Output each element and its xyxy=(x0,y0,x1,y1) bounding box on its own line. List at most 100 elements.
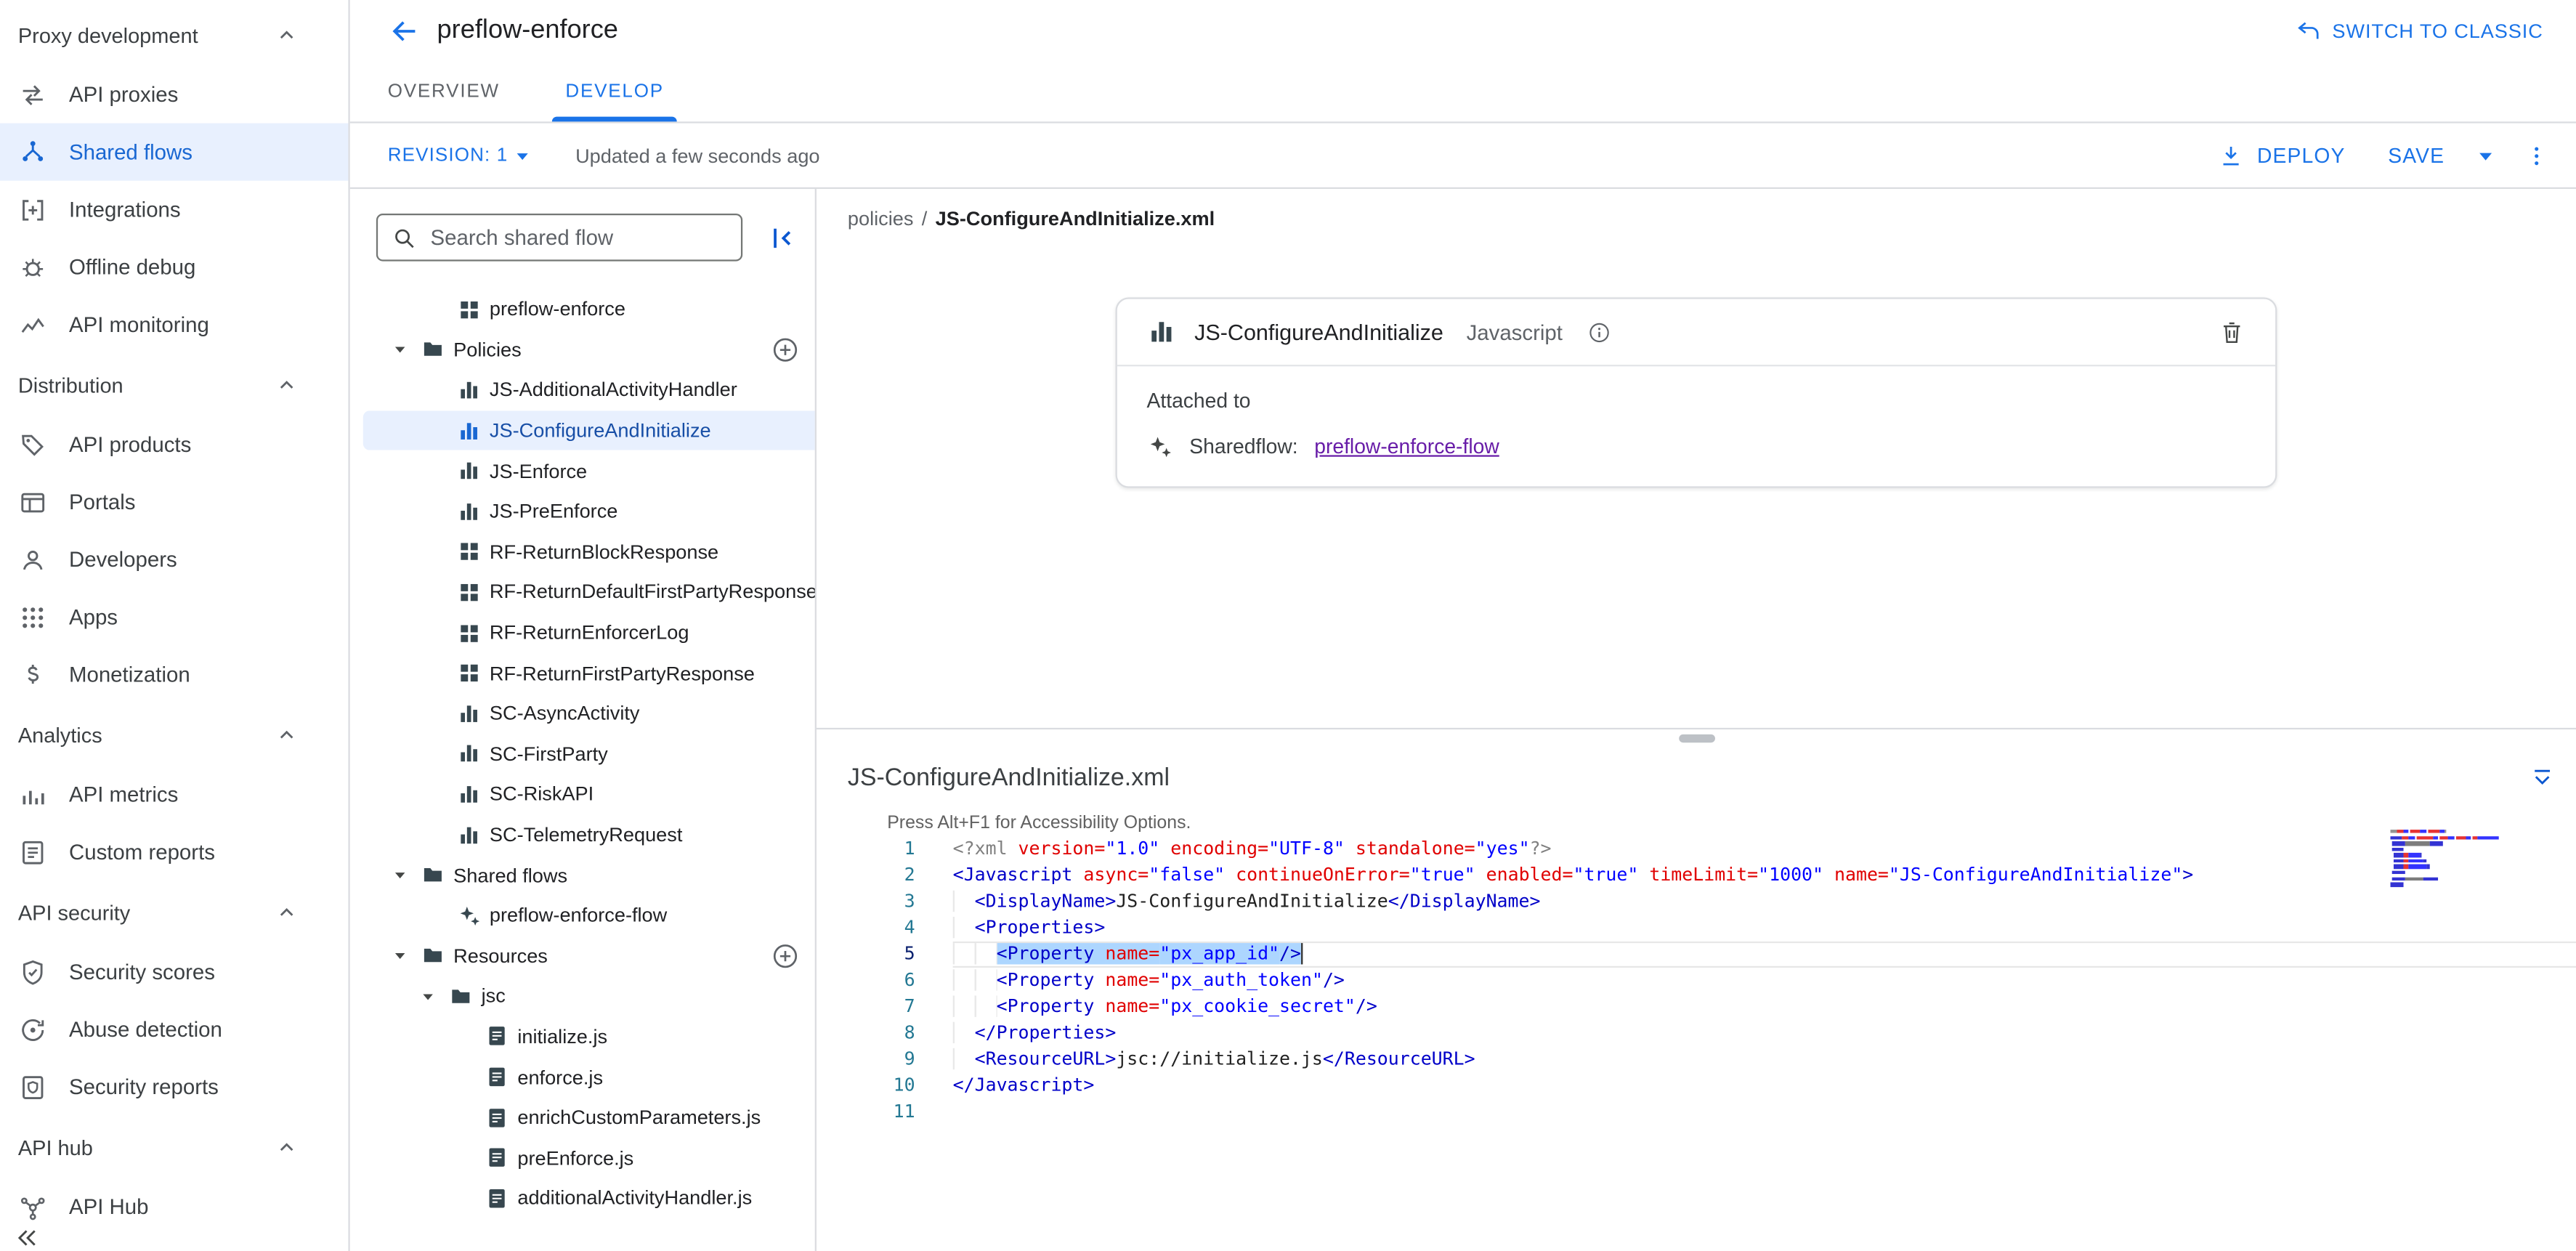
tree-item-rf-returnfirstpartyresponse[interactable]: RF-ReturnFirstPartyResponse xyxy=(350,653,815,694)
sidebar-item-api-hub[interactable]: API Hub xyxy=(0,1178,348,1235)
minimap[interactable] xyxy=(2390,830,2498,894)
code-line-2[interactable]: 2<Javascript async="false" continueOnErr… xyxy=(817,862,2576,888)
tab-overview[interactable]: OVERVIEW xyxy=(365,62,523,121)
tree-item-sc-asyncactivity[interactable]: SC-AsyncActivity xyxy=(350,693,815,734)
add-button[interactable] xyxy=(771,335,801,365)
sidebar-item-offline-debug[interactable]: Offline debug xyxy=(0,238,348,296)
sidebar-section-analytics[interactable]: Analytics xyxy=(0,703,348,766)
tree-item-rf-returnenforcerlog[interactable]: RF-ReturnEnforcerLog xyxy=(350,612,815,653)
sidebar-item-api-products[interactable]: API products xyxy=(0,416,348,473)
tree-item-jsc[interactable]: jsc xyxy=(350,976,815,1017)
sidebar-item-custom-reports[interactable]: Custom reports xyxy=(0,823,348,880)
code-token: name= xyxy=(1105,995,1159,1016)
sidebar-item-api-proxies[interactable]: API proxies xyxy=(0,65,348,123)
code-line-5[interactable]: 5 <Property name="px_app_id"/> xyxy=(817,942,2576,968)
sidebar-item-apps[interactable]: Apps xyxy=(0,588,348,646)
splitter-handle[interactable] xyxy=(1678,734,1714,742)
tree-item-rf-returnblockresponse[interactable]: RF-ReturnBlockResponse xyxy=(350,532,815,572)
search-input[interactable] xyxy=(431,225,728,250)
tree-item-shared-flows[interactable]: Shared flows xyxy=(350,855,815,896)
tree-item-js-additionalactivityhandler[interactable]: JS-AdditionalActivityHandler xyxy=(350,370,815,410)
collapse-panel-icon[interactable] xyxy=(766,221,798,254)
sidebar-item-api-metrics[interactable]: API metrics xyxy=(0,766,348,823)
code-line-1[interactable]: 1<?xml version="1.0" encoding="UTF-8" st… xyxy=(817,836,2576,862)
save-button[interactable]: SAVE xyxy=(2372,134,2461,177)
sidebar-item-monetization[interactable]: Monetization xyxy=(0,646,348,703)
sidebar-item-portals[interactable]: Portals xyxy=(0,473,348,530)
sidebar-item-shared-flows[interactable]: Shared flows xyxy=(0,124,348,181)
back-button[interactable] xyxy=(388,15,421,47)
sidebar-section-proxy-development[interactable]: Proxy development xyxy=(0,4,348,66)
code-editor[interactable]: Press Alt+F1 for Accessibility Options. … xyxy=(817,805,2576,1251)
sidebar-section-api-security[interactable]: API security xyxy=(0,880,348,943)
minimap-segment xyxy=(2420,853,2422,857)
code-line-7[interactable]: 7 <Property name="px_cookie_secret"/> xyxy=(817,994,2576,1020)
breadcrumb-separator: / xyxy=(922,207,928,230)
tree-expander-icon[interactable] xyxy=(383,936,416,976)
code-line-6[interactable]: 6 <Property name="px_auth_token"/> xyxy=(817,968,2576,994)
save-options-button[interactable] xyxy=(2471,140,2500,170)
sidebar-section-api-hub[interactable]: API hub xyxy=(0,1116,348,1178)
tree-expander-icon[interactable] xyxy=(410,976,443,1016)
tree-item-preflow-enforce[interactable]: preflow-enforce xyxy=(350,289,815,330)
collapse-sidebar-icon[interactable] xyxy=(13,1223,41,1251)
tree-item-policies[interactable]: Policies xyxy=(350,330,815,371)
breadcrumb-parent[interactable]: policies xyxy=(848,207,914,230)
delete-policy-button[interactable] xyxy=(2218,318,2245,346)
sidebar-item-security-scores[interactable]: Security scores xyxy=(0,943,348,1000)
sidebar-item-api-monitoring[interactable]: API monitoring xyxy=(0,296,348,353)
policy-card-type: Javascript xyxy=(1467,320,1563,344)
tab-develop[interactable]: DEVELOP xyxy=(543,62,687,121)
tree-item-enforce-js[interactable]: enforce.js xyxy=(350,1057,815,1098)
sidebar-item-security-reports[interactable]: Security reports xyxy=(0,1058,348,1115)
policy-card[interactable]: JS-ConfigureAndInitialize Javascript Att… xyxy=(1116,297,2277,487)
deploy-button[interactable]: DEPLOY xyxy=(2201,132,2362,178)
offline-debug-icon xyxy=(18,252,48,282)
add-button[interactable] xyxy=(771,941,801,971)
tree-item-preenforce-js[interactable]: preEnforce.js xyxy=(350,1138,815,1178)
code-line-11[interactable]: 11 xyxy=(817,1099,2576,1125)
tree-item-rf-returndefaultfirstpartyresponse[interactable]: RF-ReturnDefaultFirstPartyResponse xyxy=(350,572,815,612)
abuse-detection-icon xyxy=(18,1014,48,1044)
minimap-segment xyxy=(2408,835,2415,839)
code-line-4[interactable]: 4 <Properties> xyxy=(817,915,2576,942)
tree-item-initialize-js[interactable]: initialize.js xyxy=(350,1016,815,1057)
code-line-8[interactable]: 8 </Properties> xyxy=(817,1020,2576,1046)
tree-item-js-configureandinitialize[interactable]: JS-ConfigureAndInitialize xyxy=(350,410,815,451)
sidebar-section-distribution[interactable]: Distribution xyxy=(0,353,348,416)
more-options-button[interactable] xyxy=(2524,142,2550,169)
sidebar-item-abuse-detection[interactable]: Abuse detection xyxy=(0,1000,348,1058)
revision-selector[interactable]: REVISION: 1 xyxy=(388,142,536,169)
tree-item-preflow-enforce-flow[interactable]: preflow-enforce-flow xyxy=(350,895,815,936)
minimap-segment xyxy=(2392,847,2404,851)
panel-splitter[interactable] xyxy=(817,728,2576,751)
code-line-9[interactable]: 9 <ResourceURL>jsc://initialize.js</Reso… xyxy=(817,1047,2576,1073)
code-token: "px_app_id" xyxy=(1159,943,1279,964)
tree-expander-icon[interactable] xyxy=(383,330,416,369)
tree-item-sc-telemetryrequest[interactable]: SC-TelemetryRequest xyxy=(350,814,815,855)
collapse-editor-icon[interactable] xyxy=(2528,764,2556,792)
sidebar-item-integrations[interactable]: Integrations xyxy=(0,181,348,238)
code-line-10[interactable]: 10</Javascript> xyxy=(817,1073,2576,1099)
minimap-row xyxy=(2390,830,2498,833)
tree-expander-icon[interactable] xyxy=(383,855,416,894)
line-number: 5 xyxy=(817,942,915,968)
tree-item-js-enforce[interactable]: JS-Enforce xyxy=(350,450,815,491)
search-shared-flow-box[interactable] xyxy=(376,214,742,262)
grid-policy-icon xyxy=(452,613,485,652)
tree-item-sc-firstparty[interactable]: SC-FirstParty xyxy=(350,734,815,774)
flow-canvas: JS-ConfigureAndInitialize Javascript Att… xyxy=(817,248,2576,727)
tree-item-resources[interactable]: Resources xyxy=(350,936,815,976)
minimap-segment xyxy=(2397,830,2405,833)
code-line-3[interactable]: 3 <DisplayName>JS-ConfigureAndInitialize… xyxy=(817,888,2576,915)
tree-item-enrichcustomparameters-js[interactable]: enrichCustomParameters.js xyxy=(350,1097,815,1138)
info-icon[interactable] xyxy=(1587,320,1612,344)
sharedflow-link[interactable]: preflow-enforce-flow xyxy=(1314,435,1499,458)
tree-item-sc-riskapi[interactable]: SC-RiskAPI xyxy=(350,774,815,814)
minimap-segment xyxy=(2409,853,2420,857)
switch-classic-icon xyxy=(2294,18,2320,44)
switch-to-classic-button[interactable]: SWITCH TO CLASSIC xyxy=(2294,18,2543,44)
tree-item-js-preenforce[interactable]: JS-PreEnforce xyxy=(350,491,815,532)
sidebar-item-developers[interactable]: Developers xyxy=(0,530,348,588)
tree-item-additionalactivityhandler-js[interactable]: additionalActivityHandler.js xyxy=(350,1178,815,1219)
